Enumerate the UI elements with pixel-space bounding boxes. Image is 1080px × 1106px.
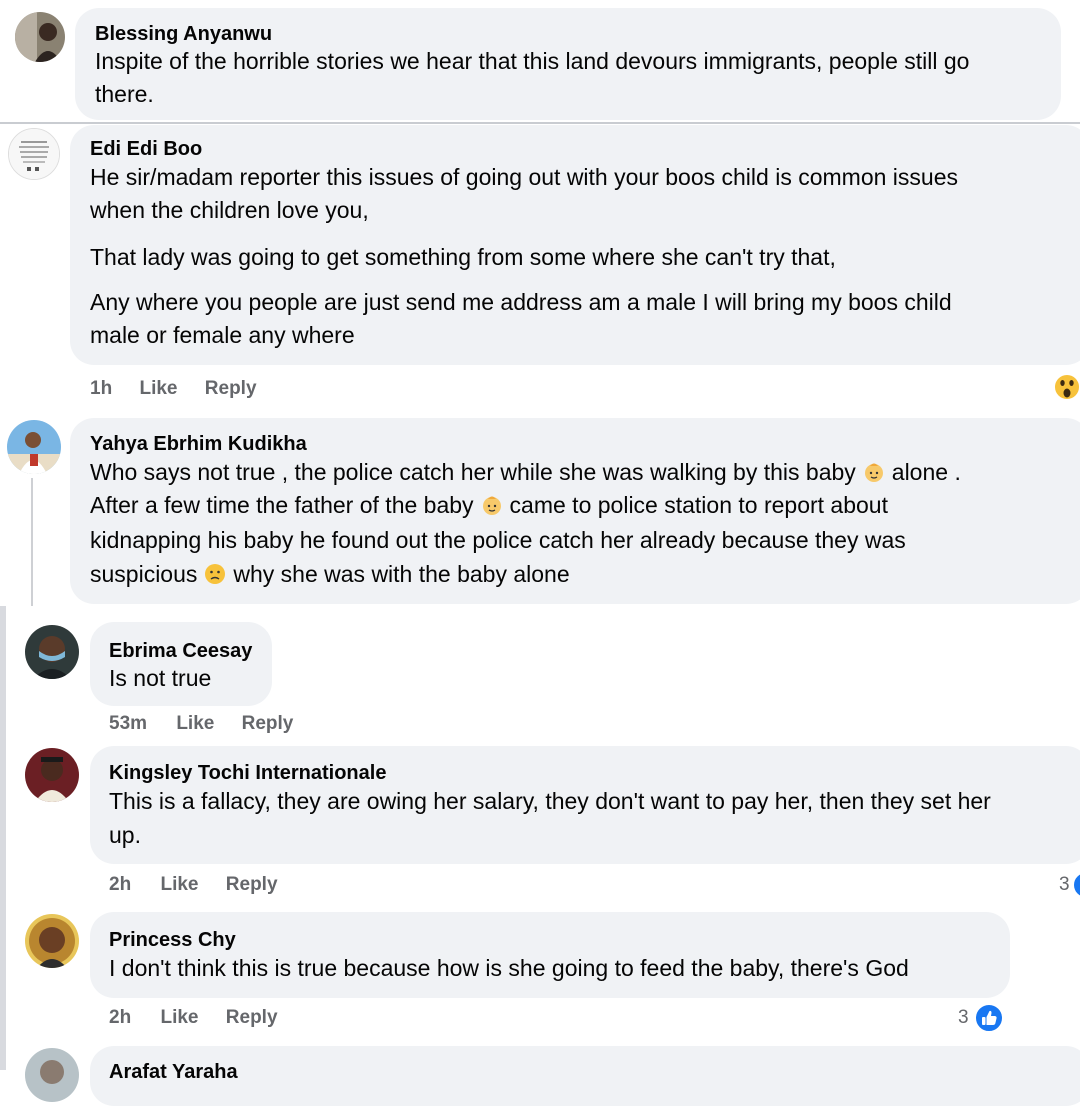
- baby-emoji-icon: [864, 463, 883, 482]
- comment-author[interactable]: Arafat Yaraha: [109, 1061, 238, 1084]
- comment-text-segment: alone .: [891, 459, 961, 485]
- profile-photo-icon: [15, 12, 65, 62]
- profile-photo-icon: [7, 420, 61, 474]
- comment-text: Inspite of the horrible stories we hear …: [95, 48, 970, 74]
- comment-actions: 1h Like Reply: [90, 378, 257, 400]
- comment-text: male or female any where: [90, 322, 355, 348]
- comment-text-segment: why she was with the baby alone: [233, 561, 570, 587]
- avatar[interactable]: [15, 12, 65, 62]
- comment-text: After a few time the father of the baby c…: [90, 489, 888, 522]
- comment-actions: 2h Like Reply: [109, 874, 278, 896]
- profile-photo-icon: [25, 748, 79, 802]
- comment-time[interactable]: 2h: [109, 874, 131, 895]
- comment-text: Any where you people are just send me ad…: [90, 289, 952, 315]
- avatar[interactable]: [25, 914, 79, 968]
- comment-text: when the children love you,: [90, 197, 369, 223]
- profile-photo-icon: [25, 1048, 79, 1102]
- reply-button[interactable]: Reply: [205, 378, 257, 399]
- like-button[interactable]: Like: [176, 713, 214, 734]
- comment-text-segment: came to police station to report about: [509, 492, 888, 518]
- comment-text: up.: [109, 822, 141, 848]
- avatar[interactable]: [25, 748, 79, 802]
- comment-text: I don't think this is true because how i…: [109, 955, 909, 981]
- comment-text: He sir/madam reporter this issues of goi…: [90, 164, 958, 190]
- comment-time[interactable]: 53m: [109, 713, 147, 734]
- comment-text-segment: Who says not true , the police catch her…: [90, 459, 856, 485]
- avatar[interactable]: [25, 1048, 79, 1102]
- avatar[interactable]: [7, 420, 61, 474]
- profile-photo-icon: [9, 129, 59, 179]
- comment-text: suspicious why she was with the baby alon…: [90, 558, 570, 591]
- reply-button[interactable]: Reply: [242, 713, 294, 734]
- avatar[interactable]: [8, 128, 60, 180]
- reaction-count[interactable]: 3: [958, 1007, 969, 1029]
- reply-button[interactable]: Reply: [226, 874, 278, 895]
- reaction-count[interactable]: 3: [1059, 874, 1070, 896]
- profile-photo-icon: [25, 914, 79, 968]
- comment-author[interactable]: Princess Chy: [109, 929, 236, 952]
- comment-author[interactable]: Kingsley Tochi Internationale: [109, 762, 386, 785]
- comment-text-segment: After a few time the father of the baby: [90, 492, 474, 518]
- wow-reaction-icon[interactable]: [1052, 372, 1080, 402]
- profile-photo-icon: [25, 625, 79, 679]
- comment-author[interactable]: Ebrima Ceesay: [109, 640, 252, 663]
- like-button[interactable]: Like: [160, 874, 198, 895]
- comment-actions: 2h Like Reply: [109, 1007, 278, 1029]
- comment-time[interactable]: 1h: [90, 378, 112, 399]
- like-icon[interactable]: [1072, 871, 1080, 899]
- like-button[interactable]: Like: [160, 1007, 198, 1028]
- comment-time[interactable]: 2h: [109, 1007, 131, 1028]
- comment-text-segment: suspicious: [90, 561, 198, 587]
- reply-button[interactable]: Reply: [226, 1007, 278, 1028]
- comment-text: kidnapping his baby he found out the pol…: [90, 527, 906, 553]
- comment-author[interactable]: Yahya Ebrhim Kudikha: [90, 433, 307, 456]
- worried-face-emoji-icon: [205, 564, 226, 584]
- like-button[interactable]: Like: [139, 378, 177, 399]
- comment-text: That lady was going to get something fro…: [90, 244, 836, 270]
- comment-text: there.: [95, 81, 154, 107]
- comment-actions: 53m Like Reply: [109, 713, 293, 735]
- comment-text: This is a fallacy, they are owing her sa…: [109, 788, 991, 814]
- thread-line: [31, 478, 33, 606]
- comment-text: Is not true: [109, 665, 212, 691]
- avatar[interactable]: [25, 625, 79, 679]
- reply-thread-line: [0, 606, 6, 1070]
- screenshot-divider: [0, 122, 1080, 124]
- comment-text: Who says not true , the police catch her…: [90, 456, 961, 489]
- like-reaction-icon[interactable]: [973, 1002, 1005, 1034]
- comment-bubble: [90, 1046, 1080, 1106]
- baby-emoji-icon: [482, 496, 501, 515]
- comment-author[interactable]: Edi Edi Boo: [90, 138, 202, 161]
- comment-author[interactable]: Blessing Anyanwu: [95, 23, 272, 46]
